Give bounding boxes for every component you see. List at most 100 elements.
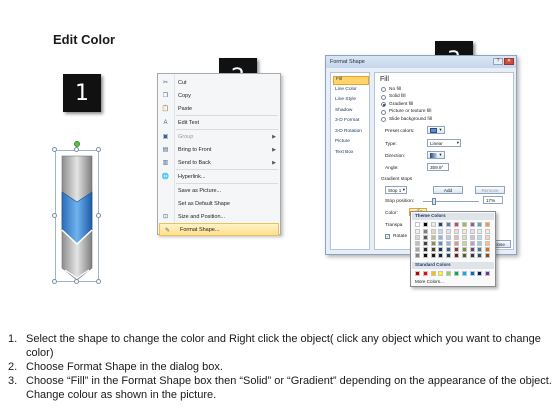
theme-shade-swatch[interactable]	[430, 229, 436, 234]
menu-item-bring-to-front[interactable]: ▤ Bring to Front ▶	[158, 143, 280, 156]
theme-shade-swatch[interactable]	[469, 235, 475, 240]
standard-color-swatch[interactable]	[469, 271, 475, 276]
fill-option-radio[interactable]	[381, 117, 386, 122]
theme-color-swatch[interactable]	[438, 222, 444, 227]
fill-option-radio[interactable]	[381, 102, 386, 107]
direction-dropdown[interactable]: ▾	[427, 151, 445, 159]
theme-shade-swatch[interactable]	[454, 253, 459, 258]
angle-input[interactable]: 359.9°	[427, 163, 449, 171]
menu-item-set-as-default-shape[interactable]: Set as Default Shape	[158, 197, 280, 210]
resize-handle[interactable]	[74, 147, 79, 152]
stop-position-thumb[interactable]	[432, 198, 436, 205]
theme-shade-swatch[interactable]	[477, 229, 483, 234]
resize-handle[interactable]	[96, 147, 101, 152]
nav-item-shadow[interactable]: Shadow	[333, 108, 369, 117]
close-icon[interactable]: ✕	[504, 58, 514, 65]
fill-option-radio[interactable]	[381, 109, 386, 115]
standard-color-swatch[interactable]	[438, 271, 444, 276]
more-colors-link[interactable]: More Colors...	[415, 279, 444, 284]
theme-shade-swatch[interactable]	[469, 247, 475, 252]
stop-position-input[interactable]: 17%	[483, 196, 503, 204]
menu-item-copy[interactable]: ❐ Copy	[158, 89, 280, 102]
menu-item-group[interactable]: ▣ Group ▶	[158, 130, 280, 143]
menu-item-hyperlink[interactable]: 🌐 Hyperlink...	[158, 170, 280, 183]
theme-color-swatch[interactable]	[477, 222, 483, 227]
theme-shade-swatch[interactable]	[422, 253, 428, 258]
theme-shade-swatch[interactable]	[454, 235, 459, 240]
theme-shade-swatch[interactable]	[477, 247, 483, 252]
nav-item-3-d-rotation[interactable]: 3-D Rotation	[333, 129, 369, 138]
theme-shade-swatch[interactable]	[461, 247, 467, 252]
theme-shade-swatch[interactable]	[446, 235, 452, 240]
menu-item-size-and-position[interactable]: ⊡ Size and Position...	[158, 210, 280, 223]
resize-handle[interactable]	[52, 279, 57, 284]
resize-handle[interactable]	[52, 213, 57, 218]
theme-shade-swatch[interactable]	[461, 229, 467, 234]
add-stop-button[interactable]: Add	[433, 186, 463, 194]
theme-shade-swatch[interactable]	[485, 229, 491, 234]
nav-item-text-box[interactable]: Text Box	[333, 150, 369, 159]
theme-shade-swatch[interactable]	[415, 229, 420, 234]
theme-shade-swatch[interactable]	[446, 241, 452, 246]
menu-item-send-to-back[interactable]: ▥ Send to Back ▶	[158, 156, 280, 169]
theme-shade-swatch[interactable]	[415, 235, 420, 240]
standard-color-swatch[interactable]	[485, 271, 491, 276]
theme-color-swatch[interactable]	[422, 222, 428, 227]
theme-shade-swatch[interactable]	[422, 229, 428, 234]
theme-shade-swatch[interactable]	[461, 253, 467, 258]
theme-shade-swatch[interactable]	[422, 247, 428, 252]
theme-color-swatch[interactable]	[469, 222, 475, 227]
nav-item-line-color[interactable]: Line Color	[333, 87, 369, 96]
theme-shade-swatch[interactable]	[430, 241, 436, 246]
theme-color-swatch[interactable]	[446, 222, 452, 227]
fill-option-radio[interactable]	[381, 87, 386, 92]
standard-color-swatch[interactable]	[446, 271, 452, 276]
menu-item-save-as-picture[interactable]: Save as Picture...	[158, 184, 280, 197]
theme-shade-swatch[interactable]	[446, 229, 452, 234]
menu-item-format-shape[interactable]: ✎ Format Shape...	[159, 223, 279, 236]
theme-shade-swatch[interactable]	[430, 253, 436, 258]
theme-shade-swatch[interactable]	[454, 241, 459, 246]
nav-item-3-d-format[interactable]: 3-D Format	[333, 118, 369, 127]
theme-shade-swatch[interactable]	[415, 253, 420, 258]
theme-shade-swatch[interactable]	[438, 229, 444, 234]
nav-item-line-style[interactable]: Line Style	[333, 97, 369, 106]
theme-shade-swatch[interactable]	[477, 253, 483, 258]
menu-item-cut[interactable]: ✂ Cut	[158, 76, 280, 89]
resize-handle[interactable]	[52, 147, 57, 152]
selected-shape[interactable]	[52, 141, 101, 284]
remove-stop-button[interactable]: Remove	[475, 186, 505, 194]
standard-color-swatch[interactable]	[477, 271, 483, 276]
theme-shade-swatch[interactable]	[477, 241, 483, 246]
theme-shade-swatch[interactable]	[469, 229, 475, 234]
theme-shade-swatch[interactable]	[477, 235, 483, 240]
preset-colors-dropdown[interactable]: ▾	[427, 126, 445, 134]
type-select[interactable]: Linear ▾	[427, 139, 461, 147]
resize-handle[interactable]	[96, 213, 101, 218]
resize-handle[interactable]	[74, 279, 79, 284]
theme-color-swatch[interactable]	[485, 222, 491, 227]
help-button[interactable]: ?	[493, 58, 503, 65]
theme-shade-swatch[interactable]	[461, 241, 467, 246]
theme-shade-swatch[interactable]	[415, 241, 420, 246]
theme-shade-swatch[interactable]	[485, 241, 491, 246]
theme-shade-swatch[interactable]	[454, 229, 459, 234]
standard-color-swatch[interactable]	[415, 271, 420, 276]
theme-shade-swatch[interactable]	[415, 247, 420, 252]
standard-color-swatch[interactable]	[461, 271, 467, 276]
theme-shade-swatch[interactable]	[469, 253, 475, 258]
menu-item-paste[interactable]: 📋 Paste	[158, 102, 280, 115]
theme-color-swatch[interactable]	[454, 222, 459, 227]
rotate-with-shape-checkbox[interactable]: ✓	[385, 234, 390, 239]
theme-shade-swatch[interactable]	[430, 235, 436, 240]
theme-shade-swatch[interactable]	[422, 235, 428, 240]
resize-handle[interactable]	[96, 279, 101, 284]
theme-shade-swatch[interactable]	[485, 247, 491, 252]
theme-shade-swatch[interactable]	[438, 253, 444, 258]
theme-shade-swatch[interactable]	[430, 247, 436, 252]
theme-shade-swatch[interactable]	[469, 241, 475, 246]
theme-color-swatch[interactable]	[461, 222, 467, 227]
theme-shade-swatch[interactable]	[446, 253, 452, 258]
theme-shade-swatch[interactable]	[461, 235, 467, 240]
menu-item-edit-text[interactable]: A Edit Text	[158, 116, 280, 129]
